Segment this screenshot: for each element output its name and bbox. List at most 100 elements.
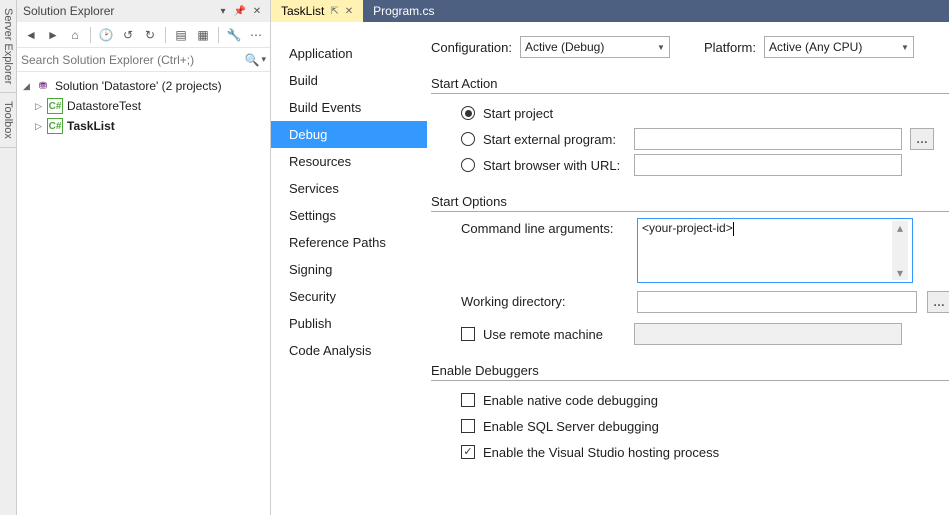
start-external-radio[interactable] — [461, 132, 475, 146]
home-icon[interactable]: ⌂ — [65, 25, 85, 45]
sql-debug-row: Enable SQL Server debugging — [461, 413, 949, 439]
nav-build[interactable]: Build — [271, 67, 427, 94]
working-dir-input[interactable] — [637, 291, 917, 313]
search-dropdown-icon[interactable]: ▾ — [261, 54, 266, 65]
hosting-process-label: Enable the Visual Studio hosting process — [483, 445, 719, 460]
start-project-label: Start project — [483, 106, 649, 121]
expand-icon[interactable]: ◢ — [23, 81, 35, 92]
editor-area: TaskList ⇱ ✕ Program.cs ▾ Application Bu… — [271, 0, 949, 515]
solution-explorer-panel: Solution Explorer ▾ 📌 ✕ ◄ ► ⌂ 🕑 ↺ ↻ ▤ ▦ … — [17, 0, 271, 515]
toolbox-tab[interactable]: Toolbox — [0, 93, 16, 148]
native-debug-label: Enable native code debugging — [483, 393, 658, 408]
separator — [218, 27, 219, 43]
cmd-args-value: <your-project-id> — [642, 221, 733, 235]
solution-explorer-toolbar: ◄ ► ⌂ 🕑 ↺ ↻ ▤ ▦ 🔧 ⋯ — [17, 22, 270, 48]
tab-programcs[interactable]: Program.cs — [363, 0, 444, 22]
nav-debug[interactable]: Debug — [271, 121, 427, 148]
configuration-label: Configuration: — [431, 40, 512, 55]
start-project-row: Start project — [461, 100, 949, 126]
solution-root-label: Solution 'Datastore' (2 projects) — [55, 79, 222, 93]
tab-tasklist[interactable]: TaskList ⇱ ✕ — [271, 0, 363, 22]
properties-nav: Application Build Build Events Debug Res… — [271, 22, 427, 515]
solution-search-row: 🔍 ▾ — [17, 48, 270, 72]
nav-services[interactable]: Services — [271, 175, 427, 202]
sql-debug-label: Enable SQL Server debugging — [483, 419, 659, 434]
nav-resources[interactable]: Resources — [271, 148, 427, 175]
nav-signing[interactable]: Signing — [271, 256, 427, 283]
hosting-process-checkbox[interactable]: ✓ — [461, 445, 475, 459]
cmd-args-input[interactable]: <your-project-id> ▴▾ — [637, 218, 913, 283]
nav-reference-paths[interactable]: Reference Paths — [271, 229, 427, 256]
nav-publish[interactable]: Publish — [271, 310, 427, 337]
start-browser-label: Start browser with URL: — [483, 158, 626, 173]
expand-icon[interactable]: ▷ — [35, 101, 47, 112]
working-dir-row: Working directory: … — [461, 291, 949, 313]
nav-security[interactable]: Security — [271, 283, 427, 310]
scope-icon[interactable]: 🕑 — [96, 25, 116, 45]
csharp-project-icon: C# — [47, 98, 63, 114]
config-platform-row: Configuration: Active (Debug) ▼ Platform… — [431, 36, 949, 58]
project-tasklist[interactable]: ▷ C# TaskList — [17, 116, 270, 136]
debug-page-content: Configuration: Active (Debug) ▼ Platform… — [427, 22, 949, 515]
project-label: TaskList — [67, 119, 115, 133]
chevron-down-icon: ▼ — [657, 43, 665, 52]
solution-search-input[interactable] — [21, 53, 245, 67]
start-external-label: Start external program: — [483, 132, 626, 147]
platform-value: Active (Any CPU) — [769, 40, 901, 54]
start-external-input[interactable] — [634, 128, 902, 150]
start-action-group: Start project Start external program: … … — [431, 100, 949, 178]
project-properties-body: Application Build Build Events Debug Res… — [271, 22, 949, 515]
close-icon[interactable]: ✕ — [345, 6, 353, 17]
solution-tree: ◢ ⛃ Solution 'Datastore' (2 projects) ▷ … — [17, 72, 270, 140]
cmd-args-row: Command line arguments: <your-project-id… — [461, 218, 949, 283]
pin-icon[interactable]: ⇱ — [330, 6, 338, 17]
remote-machine-input — [634, 323, 902, 345]
browse-button[interactable]: … — [910, 128, 934, 150]
expand-icon[interactable]: ▷ — [35, 121, 47, 132]
solution-explorer-titlebar: Solution Explorer ▾ 📌 ✕ — [17, 0, 270, 22]
solution-root[interactable]: ◢ ⛃ Solution 'Datastore' (2 projects) — [17, 76, 270, 96]
collapse-icon[interactable]: ▤ — [171, 25, 191, 45]
forward-icon[interactable]: ► — [43, 25, 63, 45]
native-debug-checkbox[interactable] — [461, 393, 475, 407]
browse-button[interactable]: … — [927, 291, 949, 313]
enable-debuggers-header: Enable Debuggers — [431, 363, 949, 381]
hosting-process-row: ✓ Enable the Visual Studio hosting proce… — [461, 439, 949, 465]
remote-machine-row: Use remote machine — [461, 321, 949, 347]
refresh-icon[interactable]: ↻ — [140, 25, 160, 45]
pin-icon[interactable]: 📌 — [233, 4, 247, 18]
scroll-up-icon[interactable]: ▴ — [897, 221, 903, 235]
native-debug-row: Enable native code debugging — [461, 387, 949, 413]
back-icon[interactable]: ◄ — [21, 25, 41, 45]
scroll-down-icon[interactable]: ▾ — [897, 266, 903, 280]
show-all-icon[interactable]: ▦ — [193, 25, 213, 45]
cmd-args-label: Command line arguments: — [461, 218, 627, 236]
search-icon[interactable]: 🔍 — [245, 53, 260, 67]
scrollbar[interactable]: ▴▾ — [892, 221, 908, 280]
start-external-row: Start external program: … — [461, 126, 949, 152]
configuration-combo[interactable]: Active (Debug) ▼ — [520, 36, 670, 58]
tab-label: Program.cs — [373, 4, 434, 18]
start-project-radio[interactable] — [461, 106, 475, 120]
tab-label: TaskList — [281, 4, 324, 18]
properties-icon[interactable]: 🔧 — [224, 25, 244, 45]
server-explorer-tab[interactable]: Server Explorer — [0, 0, 16, 93]
solution-icon: ⛃ — [35, 78, 51, 94]
more-icon[interactable]: ⋯ — [246, 25, 266, 45]
project-datastoretest[interactable]: ▷ C# DatastoreTest — [17, 96, 270, 116]
document-tab-strip: TaskList ⇱ ✕ Program.cs ▾ — [271, 0, 949, 22]
chevron-down-icon: ▼ — [901, 43, 909, 52]
window-menu-icon[interactable]: ▾ — [216, 4, 230, 18]
nav-code-analysis[interactable]: Code Analysis — [271, 337, 427, 364]
start-browser-radio[interactable] — [461, 158, 475, 172]
nav-build-events[interactable]: Build Events — [271, 94, 427, 121]
start-browser-input[interactable] — [634, 154, 902, 176]
close-icon[interactable]: ✕ — [250, 4, 264, 18]
nav-settings[interactable]: Settings — [271, 202, 427, 229]
pending-icon[interactable]: ↺ — [118, 25, 138, 45]
configuration-value: Active (Debug) — [525, 40, 657, 54]
remote-machine-checkbox[interactable] — [461, 327, 475, 341]
sql-debug-checkbox[interactable] — [461, 419, 475, 433]
nav-application[interactable]: Application — [271, 40, 427, 67]
platform-combo[interactable]: Active (Any CPU) ▼ — [764, 36, 914, 58]
